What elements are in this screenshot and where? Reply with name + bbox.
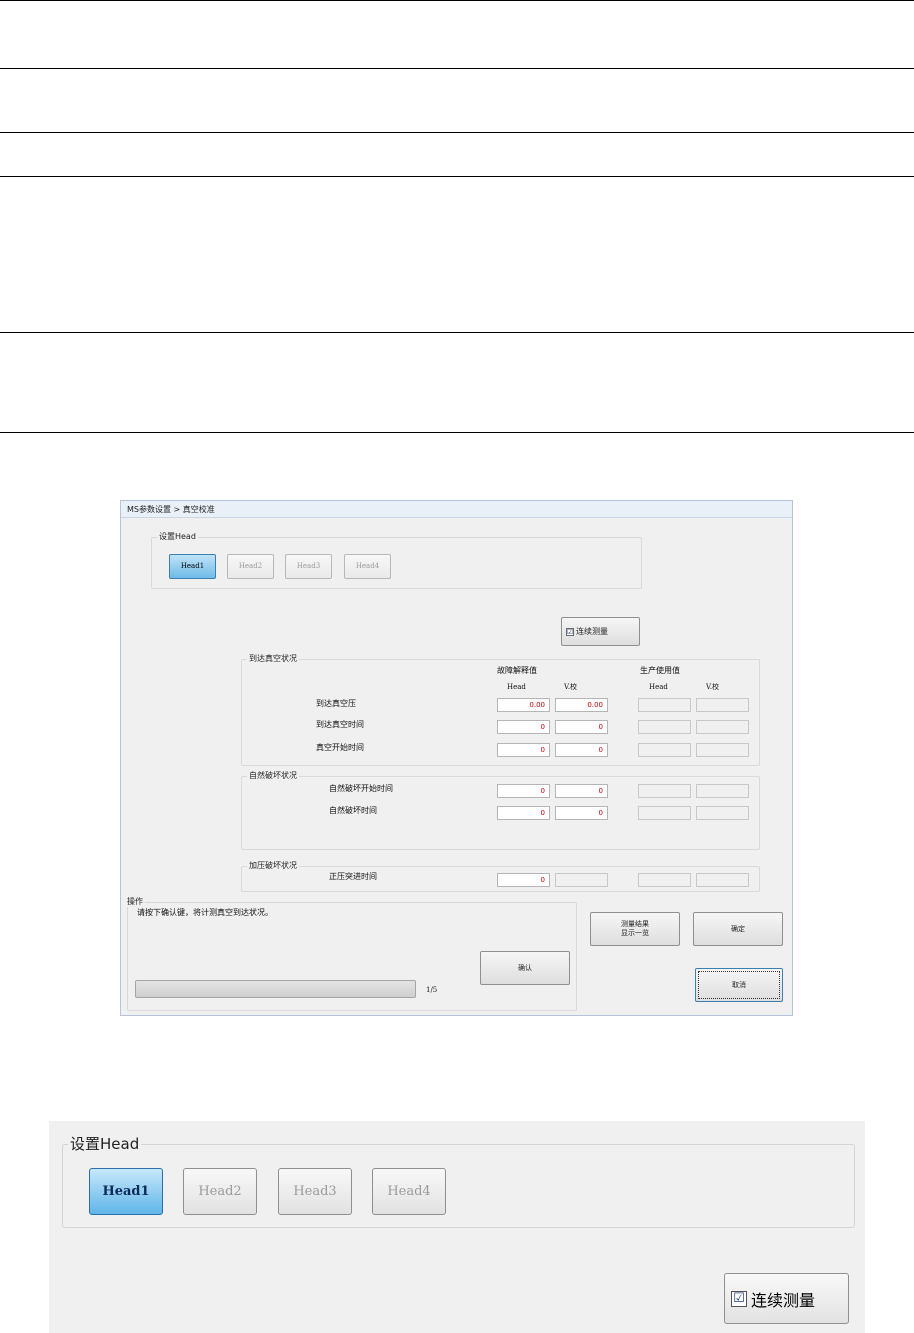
zoom-detail: 设置Head Head1 Head2 Head3 Head4 ☑ 连续测量 bbox=[49, 1121, 865, 1333]
col-vcal-header: V.校 bbox=[564, 683, 578, 691]
vcal-value-input[interactable]: 0.00 bbox=[555, 698, 608, 712]
row-label: 正压突进时间 bbox=[329, 872, 377, 881]
set-head-group-label: 设置Head bbox=[157, 532, 198, 542]
results-button-line1: 测量结果 bbox=[621, 920, 649, 928]
production-value-header: 生产使用值 bbox=[640, 666, 680, 675]
prod-vcal-field bbox=[696, 698, 749, 712]
ok-button[interactable]: 确定 bbox=[693, 912, 783, 946]
results-button-line2: 显示一览 bbox=[621, 929, 649, 937]
rule-line bbox=[0, 132, 914, 133]
dialog-title: MS参数设置 > 真空校准 bbox=[121, 501, 792, 518]
rule-line bbox=[0, 0, 914, 1]
prod-vcal-field bbox=[696, 873, 749, 887]
measurement-results-button[interactable]: 测量结果 显示一览 bbox=[590, 912, 680, 946]
rule-line bbox=[0, 332, 914, 333]
prod-vcal-field bbox=[696, 720, 749, 734]
rule-line bbox=[0, 68, 914, 69]
operation-label: 操作 bbox=[125, 897, 145, 907]
row-label: 真空开始时间 bbox=[316, 743, 364, 752]
progress-bar bbox=[135, 980, 416, 998]
head-value-input[interactable]: 0.00 bbox=[497, 698, 550, 712]
vcal-value-input[interactable]: 0 bbox=[555, 720, 608, 734]
pressure-break-label: 加压破坏状况 bbox=[247, 861, 299, 871]
head2-button[interactable]: Head2 bbox=[227, 554, 274, 579]
natural-break-label: 自然破坏状况 bbox=[247, 771, 299, 781]
zoom-checkbox-icon[interactable]: ☑ bbox=[731, 1290, 747, 1307]
vacuum-status-label: 到达真空状况 bbox=[247, 654, 299, 664]
zoom-head1-button[interactable]: Head1 bbox=[89, 1168, 163, 1215]
vcal-value-input[interactable]: 0 bbox=[555, 806, 608, 820]
head-value-input[interactable]: 0 bbox=[497, 784, 550, 798]
head4-button[interactable]: Head4 bbox=[344, 554, 391, 579]
vcal-value-input[interactable]: 0 bbox=[555, 743, 608, 757]
checkbox-icon[interactable]: ☑ bbox=[566, 627, 574, 636]
prod-head-field bbox=[638, 806, 691, 820]
row-label: 到达真空压 bbox=[316, 699, 356, 708]
head-value-input[interactable]: 0 bbox=[497, 720, 550, 734]
head1-button[interactable]: Head1 bbox=[169, 554, 216, 579]
prod-vcal-field bbox=[696, 743, 749, 757]
prod-vcal-field bbox=[696, 784, 749, 798]
col-vcal-header-prod: V.校 bbox=[706, 683, 720, 691]
confirm-button[interactable]: 确认 bbox=[480, 951, 570, 985]
troubleshoot-value-header: 故障解释值 bbox=[497, 666, 537, 675]
rule-line bbox=[0, 432, 914, 433]
head3-button[interactable]: Head3 bbox=[285, 554, 332, 579]
prod-head-field bbox=[638, 720, 691, 734]
continuous-measure-label: 连续测量 bbox=[576, 627, 608, 636]
col-head-header-prod: Head bbox=[649, 683, 668, 691]
zoom-continuous-measure-toggle[interactable]: ☑ 连续测量 bbox=[724, 1273, 849, 1324]
row-label: 到达真空时间 bbox=[316, 720, 364, 729]
progress-text: 1/5 bbox=[426, 986, 438, 994]
vcal-value-input[interactable]: 0 bbox=[555, 784, 608, 798]
set-head-group bbox=[151, 537, 642, 589]
rule-line bbox=[0, 176, 914, 177]
prod-head-field bbox=[638, 698, 691, 712]
prod-head-field bbox=[638, 873, 691, 887]
vacuum-calibration-dialog: MS参数设置 > 真空校准 设置Head Head1 Head2 Head3 H… bbox=[120, 500, 793, 1016]
zoom-set-head-label: 设置Head bbox=[68, 1135, 142, 1153]
col-head-header: Head bbox=[507, 683, 526, 691]
zoom-head2-button[interactable]: Head2 bbox=[183, 1168, 257, 1215]
zoom-set-head-group bbox=[62, 1144, 855, 1228]
cancel-button[interactable]: 取消 bbox=[695, 968, 783, 1002]
prod-head-field bbox=[638, 784, 691, 798]
head-value-input[interactable]: 0 bbox=[497, 743, 550, 757]
zoom-head3-button[interactable]: Head3 bbox=[278, 1168, 352, 1215]
head-value-input[interactable]: 0 bbox=[497, 873, 550, 887]
row-label: 自然破坏开始时间 bbox=[329, 784, 393, 793]
vcal-value-field bbox=[555, 873, 608, 887]
zoom-continuous-measure-label: 连续测量 bbox=[751, 1290, 816, 1310]
prod-head-field bbox=[638, 743, 691, 757]
prod-vcal-field bbox=[696, 806, 749, 820]
row-label: 自然破坏时间 bbox=[329, 806, 377, 815]
operation-message: 请按下确认键，将计测真空到达状况。 bbox=[137, 908, 273, 917]
continuous-measure-toggle[interactable]: ☑ 连续测量 bbox=[561, 617, 640, 646]
head-value-input[interactable]: 0 bbox=[497, 806, 550, 820]
zoom-head4-button[interactable]: Head4 bbox=[372, 1168, 446, 1215]
